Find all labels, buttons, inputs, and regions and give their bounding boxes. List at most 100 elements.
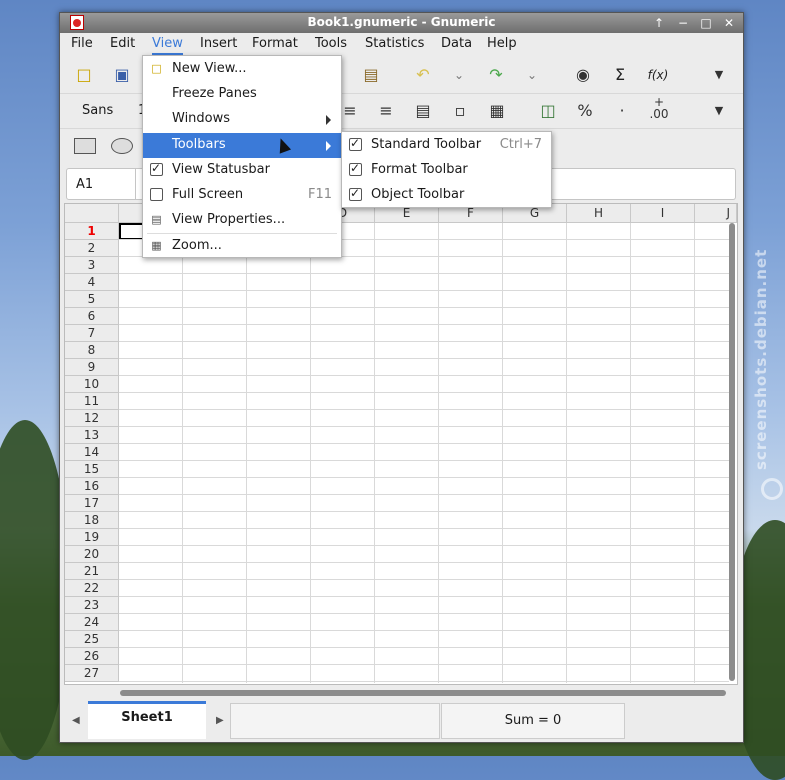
grid-line xyxy=(119,477,729,478)
undo-icon[interactable]: ↶ xyxy=(412,64,434,86)
menu-item-standard-toolbar[interactable]: Standard Toolbar Ctrl+7 xyxy=(342,133,551,158)
redo-icon[interactable]: ↷ xyxy=(485,64,507,86)
column-header[interactable]: J xyxy=(695,204,737,223)
rectangle-tool-icon[interactable] xyxy=(74,138,96,154)
menu-item-new-view[interactable]: □ New View... xyxy=(143,57,341,82)
menu-item-windows[interactable]: Windows xyxy=(143,107,341,132)
sum-icon[interactable]: Σ xyxy=(609,64,631,86)
row-header[interactable]: 25 xyxy=(65,631,119,648)
ellipse-tool-icon[interactable] xyxy=(111,138,133,154)
row-header[interactable]: 21 xyxy=(65,563,119,580)
spreadsheet-grid[interactable]: A B C D E F G H I J 12345678910111213141… xyxy=(64,203,738,685)
row-header[interactable]: 15 xyxy=(65,461,119,478)
row-header[interactable]: 16 xyxy=(65,478,119,495)
row-header[interactable]: 19 xyxy=(65,529,119,546)
sheet-tab[interactable]: Sheet1 xyxy=(88,701,206,739)
split-icon[interactable]: ▦ xyxy=(486,100,508,122)
row-header[interactable]: 3 xyxy=(65,257,119,274)
row-header[interactable]: 5 xyxy=(65,291,119,308)
row-header[interactable]: 6 xyxy=(65,308,119,325)
menu-item-full-screen[interactable]: Full Screen F11 xyxy=(143,183,341,208)
undo-dropdown-icon[interactable]: ⌄ xyxy=(448,64,470,86)
checkbox-checked-icon xyxy=(349,136,362,151)
menu-item-format-toolbar[interactable]: Format Toolbar xyxy=(342,158,551,183)
save-icon[interactable]: ▣ xyxy=(111,64,133,86)
row-header[interactable]: 23 xyxy=(65,597,119,614)
row-header[interactable]: 18 xyxy=(65,512,119,529)
row-header[interactable]: 7 xyxy=(65,325,119,342)
vertical-scrollbar[interactable] xyxy=(729,223,735,681)
grid-line xyxy=(182,223,183,683)
row-header[interactable]: 9 xyxy=(65,359,119,376)
horizontal-scrollbar[interactable] xyxy=(120,690,726,696)
corner-header[interactable] xyxy=(65,204,119,223)
overflow-icon[interactable]: ▼ xyxy=(708,64,730,86)
redo-dropdown-icon[interactable]: ⌄ xyxy=(521,64,543,86)
shade-button[interactable]: ↑ xyxy=(650,15,668,31)
decimal-icon[interactable]: + .00 xyxy=(648,96,670,120)
menu-help[interactable]: Help xyxy=(487,36,517,51)
grid-line xyxy=(119,528,729,529)
menu-item-label: Full Screen xyxy=(172,187,244,202)
grid-line xyxy=(119,494,729,495)
row-header[interactable]: 22 xyxy=(65,580,119,597)
row-header[interactable]: 8 xyxy=(65,342,119,359)
new-icon[interactable]: □ xyxy=(73,64,95,86)
font-name-combo[interactable]: Sans xyxy=(82,103,113,118)
column-header[interactable]: I xyxy=(631,204,695,223)
row-header[interactable]: 24 xyxy=(65,614,119,631)
row-header[interactable]: 13 xyxy=(65,427,119,444)
close-button[interactable]: ✕ xyxy=(720,15,738,31)
row-header[interactable]: 12 xyxy=(65,410,119,427)
menu-item-zoom[interactable]: ▦ Zoom... xyxy=(143,234,341,259)
maximize-button[interactable]: □ xyxy=(697,15,715,31)
menu-format[interactable]: Format xyxy=(252,36,298,51)
menu-item-object-toolbar[interactable]: Object Toolbar xyxy=(342,183,551,208)
menu-insert[interactable]: Insert xyxy=(200,36,237,51)
merge-icon[interactable]: ▤ xyxy=(412,100,434,122)
menu-item-view-properties[interactable]: ▤ View Properties... xyxy=(143,208,341,233)
menu-edit[interactable]: Edit xyxy=(110,36,135,51)
format-overflow-icon[interactable]: ▼ xyxy=(708,100,730,122)
minimize-button[interactable]: − xyxy=(674,15,692,31)
tab-scroll-left-icon[interactable]: ◀ xyxy=(72,715,80,726)
row-header[interactable]: 17 xyxy=(65,495,119,512)
menu-item-view-statusbar[interactable]: View Statusbar xyxy=(143,158,341,183)
paste-icon[interactable]: ▤ xyxy=(360,64,382,86)
status-sum: Sum = 0 xyxy=(441,703,625,739)
column-header[interactable]: H xyxy=(567,204,631,223)
grid-line xyxy=(119,562,729,563)
align-center-icon[interactable]: ≡ xyxy=(339,100,361,122)
row-header[interactable]: 2 xyxy=(65,240,119,257)
row-header[interactable]: 27 xyxy=(65,665,119,682)
row-header[interactable]: 4 xyxy=(65,274,119,291)
currency-icon[interactable]: ◫ xyxy=(537,100,559,122)
name-box[interactable]: A1 xyxy=(66,168,136,200)
align-right-icon[interactable]: ≡ xyxy=(375,100,397,122)
menu-data[interactable]: Data xyxy=(441,36,472,51)
checkbox-checked-icon xyxy=(349,186,362,201)
row-header[interactable]: 11 xyxy=(65,393,119,410)
grid-line xyxy=(310,223,311,683)
menu-item-freeze-panes[interactable]: Freeze Panes xyxy=(143,82,341,107)
menu-view[interactable]: View xyxy=(152,36,183,55)
menu-tools[interactable]: Tools xyxy=(315,36,347,51)
goal-seek-icon[interactable]: ◉ xyxy=(572,64,594,86)
row-header[interactable]: 20 xyxy=(65,546,119,563)
grid-line xyxy=(119,664,729,665)
watermark-logo-icon xyxy=(761,478,783,500)
row-header[interactable]: 10 xyxy=(65,376,119,393)
thousands-icon[interactable]: · xyxy=(611,100,633,122)
percent-icon[interactable]: % xyxy=(574,100,596,122)
tab-scroll-right-icon[interactable]: ▶ xyxy=(216,715,224,726)
row-header[interactable]: 14 xyxy=(65,444,119,461)
unmerge-icon[interactable]: ▫ xyxy=(449,100,471,122)
menu-file[interactable]: File xyxy=(71,36,93,51)
menu-item-toolbars[interactable]: Toolbars xyxy=(143,133,341,158)
menu-item-label: Toolbars xyxy=(172,137,226,152)
row-header[interactable]: 1 xyxy=(65,223,119,240)
title-bar[interactable]: Book1.gnumeric - Gnumeric ↑ − □ ✕ xyxy=(60,13,743,33)
function-icon[interactable]: f(x) xyxy=(647,64,669,86)
row-header[interactable]: 26 xyxy=(65,648,119,665)
menu-statistics[interactable]: Statistics xyxy=(365,36,424,51)
